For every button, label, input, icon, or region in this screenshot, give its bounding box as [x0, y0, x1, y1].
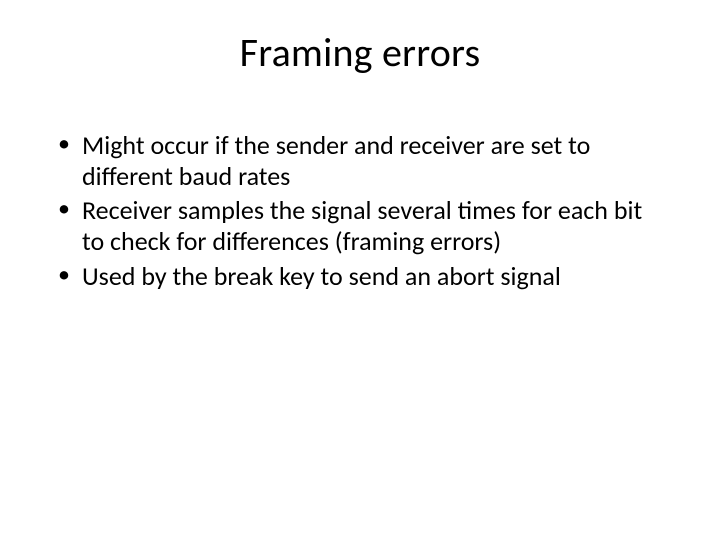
slide-title: Framing errors [0, 28, 720, 77]
list-item: Receiver samples the signal several time… [54, 195, 666, 256]
list-item: Used by the break key to send an abort s… [54, 261, 666, 292]
bullet-list: Might occur if the sender and receiver a… [54, 130, 666, 291]
list-item: Might occur if the sender and receiver a… [54, 130, 666, 191]
slide-body: Might occur if the sender and receiver a… [54, 130, 666, 295]
slide: Framing errors Might occur if the sender… [0, 0, 720, 540]
